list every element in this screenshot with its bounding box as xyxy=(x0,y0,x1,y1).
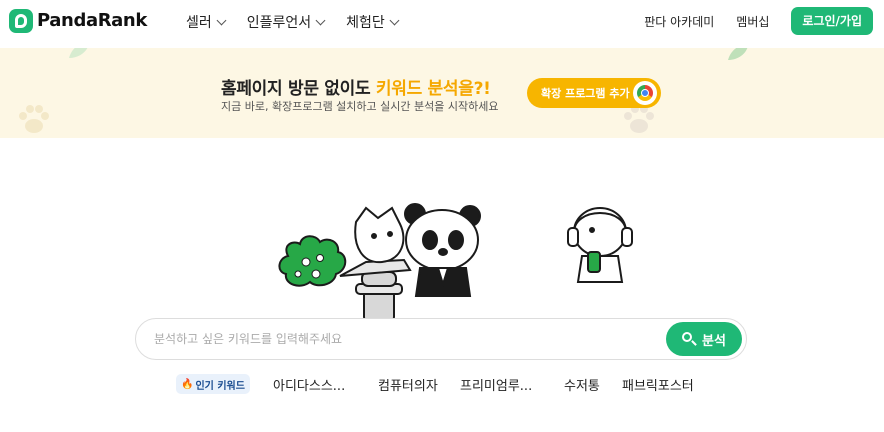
banner-title-highlight: 키워드 분석을?! xyxy=(375,79,491,99)
chevron-down-icon xyxy=(389,15,400,25)
popular-keyword-item[interactable]: 수저통 xyxy=(564,375,600,394)
paw-print-icon xyxy=(19,105,49,133)
main-nav: 셀러 인플루언서 체험단 xyxy=(186,12,400,32)
add-extension-button[interactable]: 확장 프로그램 추가 xyxy=(527,78,661,108)
nav-item-influencer[interactable]: 인플루언서 xyxy=(246,12,326,32)
cat-character-illustration xyxy=(354,206,405,264)
popular-keywords-badge: 🔥 인기 키워드 xyxy=(176,374,250,394)
login-signup-button[interactable]: 로그인/가입 xyxy=(791,7,873,35)
popular-keyword-item[interactable]: 아디다스스... xyxy=(273,375,345,394)
popular-keyword-item[interactable]: 컴퓨터의자 xyxy=(378,375,438,394)
keyword-search-bar: 분석 xyxy=(135,318,747,360)
academy-link[interactable]: 판다 아카데미 xyxy=(644,13,714,30)
top-header: PandaRank 셀러 인플루언서 체험단 판다 아카데미 멤버십 로그인/가… xyxy=(0,0,884,48)
banner-title-prefix: 홈페이지 방문 없이도 xyxy=(221,79,376,99)
banner-title: 홈페이지 방문 없이도 키워드 분석을?! xyxy=(221,74,491,99)
fire-hydrant-illustration xyxy=(339,258,412,320)
popular-keyword-item[interactable]: 패브릭포스터 xyxy=(622,375,694,394)
pandarank-logo[interactable]: PandaRank xyxy=(9,8,147,33)
nav-item-seller[interactable]: 셀러 xyxy=(186,12,227,32)
leaf-icon xyxy=(69,48,88,58)
logo-mark-icon xyxy=(9,8,33,33)
nav-item-label: 셀러 xyxy=(186,15,212,31)
panda-character-illustration xyxy=(404,203,481,297)
nav-item-experience-group[interactable]: 체험단 xyxy=(346,12,400,32)
add-extension-label: 확장 프로그램 추가 xyxy=(541,87,630,100)
header-actions: 판다 아카데미 멤버십 로그인/가입 xyxy=(644,7,873,35)
search-icon xyxy=(682,332,696,346)
analyze-button[interactable]: 분석 xyxy=(666,322,742,356)
analyze-button-label: 분석 xyxy=(702,333,726,349)
fire-icon: 🔥 xyxy=(181,378,194,390)
banner-subtitle: 지금 바로, 확장프로그램 설치하고 실시간 분석을 시작하세요 xyxy=(221,100,499,113)
headphone-character-illustration xyxy=(567,207,633,283)
popular-badge: 🔥 인기 키워드 xyxy=(176,374,250,394)
extension-banner[interactable]: 홈페이지 방문 없이도 키워드 분석을?! 지금 바로, 확장프로그램 설치하고… xyxy=(0,48,884,138)
chrome-icon xyxy=(633,81,657,105)
keyword-search-input[interactable] xyxy=(154,319,654,359)
bush-illustration xyxy=(278,235,347,287)
membership-link[interactable]: 멤버십 xyxy=(736,13,769,30)
panda-mascot-illustration xyxy=(278,203,633,320)
chevron-down-icon xyxy=(315,15,326,25)
nav-item-label: 인플루언서 xyxy=(246,15,312,31)
popular-keyword-item[interactable]: 프리미엄루... xyxy=(460,375,532,394)
leaf-icon xyxy=(728,48,748,60)
logo-text: PandaRank xyxy=(37,10,147,31)
popular-badge-label: 인기 키워드 xyxy=(195,380,245,392)
chevron-down-icon xyxy=(216,15,227,25)
nav-item-label: 체험단 xyxy=(346,15,385,31)
